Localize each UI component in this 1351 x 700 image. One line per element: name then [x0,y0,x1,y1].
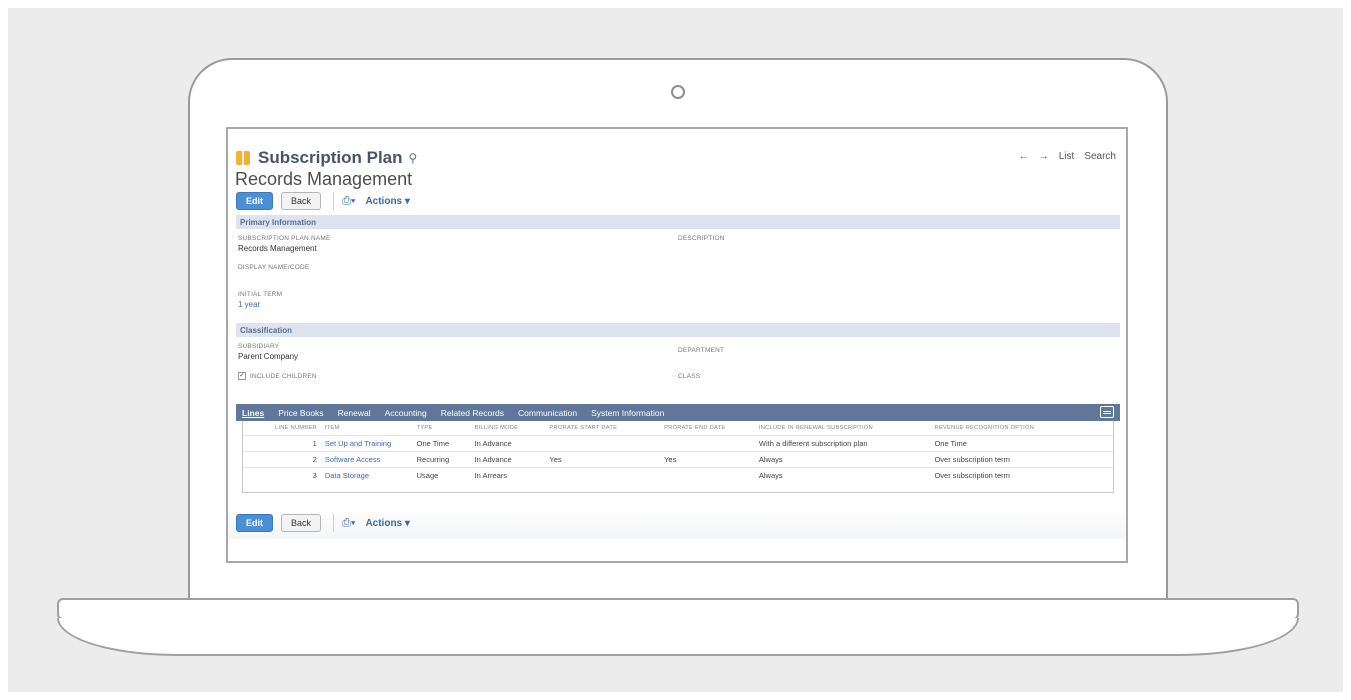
tab-related-records[interactable]: Related Records [441,408,504,418]
display-name-label: DISPLAY NAME/CODE [238,264,310,271]
back-arrow-icon[interactable]: ← [1019,151,1029,162]
renewal-cell: Always [754,466,931,483]
bottom-toolbar: Edit Back ⎙▾ Actions ▾ [236,514,410,532]
tab-renewal[interactable]: Renewal [338,408,371,418]
column-header[interactable]: PRORATE END DATE [660,421,755,435]
print-icon[interactable]: ⎙▾ [342,195,355,208]
item-link[interactable]: Software Access [320,450,413,467]
tab-price-books[interactable]: Price Books [278,408,323,418]
record-name: Records Management [235,169,413,189]
billing-mode-cell: In Advance [470,434,546,451]
tab-menu-icon[interactable] [1100,406,1114,418]
lines-table: LINE NUMBER ITEM TYPE BILLING MODE PRORA… [243,421,1113,483]
tab-accounting[interactable]: Accounting [385,408,427,418]
checkbox-checked-icon: ✓ [238,372,246,380]
revenue-recognition-cell: Over subscription term [930,466,1113,483]
record-nav: ← → List Search [1019,151,1116,162]
edit-button[interactable]: Edit [236,192,273,210]
tab-lines[interactable]: Lines [242,408,264,418]
item-link[interactable]: Set Up and Training [320,434,413,451]
column-header[interactable]: LINE NUMBER [243,421,321,435]
back-button[interactable]: Back [281,514,322,532]
initial-term-value[interactable]: 1 year [238,300,260,309]
section-primary-information[interactable]: Primary Information [236,215,1120,229]
table-row[interactable]: 2 Software Access Recurring In Advance Y… [243,450,1113,467]
record-header: Subscription Plan ⚲ [236,147,417,169]
section-classification[interactable]: Classification [236,323,1120,337]
toolbar-divider [333,192,335,210]
subtab-bar: Lines Price Books Renewal Accounting Rel… [236,404,1120,421]
column-header[interactable]: ITEM [321,421,413,435]
actions-menu[interactable]: Actions ▾ [365,196,409,207]
subscription-record-icon [236,151,250,165]
include-children-label: INCLUDE CHILDREN [250,373,317,380]
prorate-start-cell [545,434,661,451]
lines-table-container: LINE NUMBER ITEM TYPE BILLING MODE PRORA… [242,421,1114,493]
column-header[interactable]: REVENUE RECOGNITION OPTION [930,421,1113,435]
initial-term-label: INITIAL TERM [238,291,283,298]
search-link[interactable]: Search [1084,151,1116,162]
tab-communication[interactable]: Communication [518,408,577,418]
search-icon[interactable]: ⚲ [409,151,418,165]
column-header[interactable]: PRORATE START DATE [545,421,660,435]
plan-name-value: Records Management [238,244,317,253]
table-header-row: LINE NUMBER ITEM TYPE BILLING MODE PRORA… [243,421,1113,435]
back-button[interactable]: Back [281,192,322,210]
renewal-cell: Always [754,450,931,467]
column-header[interactable]: TYPE [413,421,471,435]
column-header[interactable]: INCLUDE IN RENEWAL SUBSCRIPTION [755,421,931,435]
line-number: 3 [243,466,321,483]
column-header[interactable]: BILLING MODE [471,421,546,435]
department-label: DEPARTMENT [678,347,725,354]
line-number: 1 [243,434,321,451]
toolbar-divider [333,514,335,532]
class-label: CLASS [678,373,701,380]
revenue-recognition-cell: One Time [930,434,1113,451]
print-icon[interactable]: ⎙▾ [342,517,355,530]
table-row[interactable]: 1 Set Up and Training One Time In Advanc… [243,434,1113,451]
subsidiary-label: SUBSIDIARY [238,343,280,350]
type-cell: Usage [412,466,471,483]
screen: Subscription Plan ⚲ ← → List Search Reco… [226,127,1128,563]
forward-arrow-icon[interactable]: → [1039,151,1049,162]
prorate-start-cell: Yes [545,450,661,467]
edit-button[interactable]: Edit [236,514,273,532]
type-cell: Recurring [412,450,471,467]
camera-icon [671,85,685,99]
billing-mode-cell: In Advance [470,450,546,467]
list-link[interactable]: List [1059,151,1075,162]
billing-mode-cell: In Arrears [470,466,546,483]
renewal-cell: With a different subscription plan [754,434,931,451]
record-type-title: Subscription Plan [258,148,403,167]
line-number: 2 [243,450,321,467]
item-link[interactable]: Data Storage [320,466,413,483]
tab-system-information[interactable]: System Information [591,408,664,418]
table-row[interactable]: 3 Data Storage Usage In Arrears Always O… [243,466,1113,483]
prorate-start-cell [545,466,661,483]
type-cell: One Time [412,434,471,451]
laptop-base-bottom [57,618,1299,656]
revenue-recognition-cell: Over subscription term [930,450,1113,467]
top-toolbar: Edit Back ⎙▾ Actions ▾ [236,192,410,210]
prorate-end-cell [660,434,755,451]
laptop-base [57,598,1299,620]
actions-menu[interactable]: Actions ▾ [365,518,409,529]
prorate-end-cell [660,466,755,483]
prorate-end-cell: Yes [660,450,755,467]
plan-name-label: SUBSCRIPTION PLAN NAME [238,235,331,242]
description-label: DESCRIPTION [678,235,725,242]
subsidiary-value: Parent Company [238,352,299,361]
